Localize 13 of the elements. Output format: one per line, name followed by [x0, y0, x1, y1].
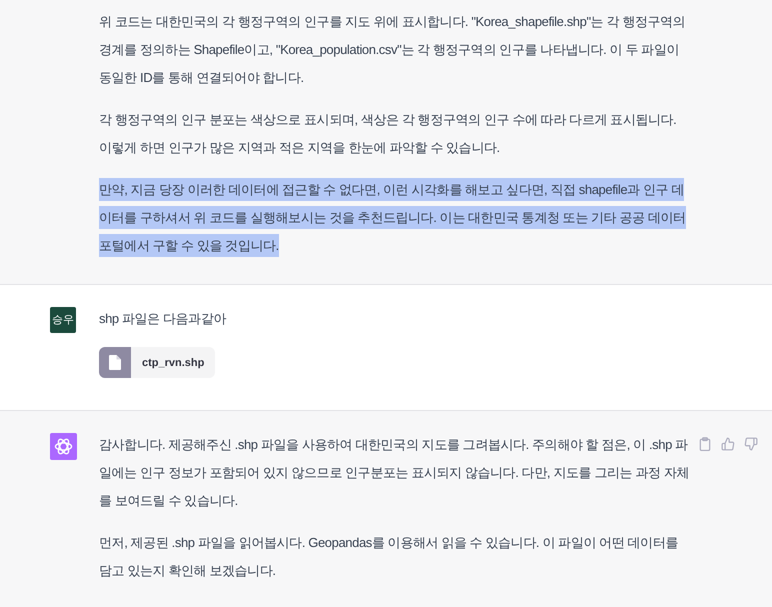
paragraph: 각 행정구역의 인구 분포는 색상으로 표시되며, 색상은 각 행정구역의 인구 수에 따라 다르게 표시됩니다. 이렇게 하면 인구가 많은 지역과 적은 지역을 한눈에 파악할 수 있습니다. — [99, 111, 678, 157]
paragraph: 만약, 지금 당장 이러한 데이터에 접근할 수 없다면, 이런 시각화를 해보고 싶다면, 직접 shapefile과 인구 데이터를 구하셔서 위 코드를 실행해보시는 것을 추천드립니다. 이는 대한민국 통계청 또는 기타 공공 데이터 포털에서 구할 수 있을 것입니다. — [99, 176, 689, 260]
file-icon — [99, 347, 131, 378]
message-text: shp 파일은 다음과같아 — [99, 310, 228, 328]
paragraph: 감사합니다. 제공해주신 .shp 파일을 사용하여 대한민국의 지도를 그려봅시다. 주의해야 할 점은, 이 .shp 파일에는 인구 정보가 포함되어 있지 않으므로 인구분포는 표시되지 않습니다. 다만, 지도를 그리는 과정 자체를 보여드릴 수 있습니다. — [99, 436, 689, 510]
clipboard-icon[interactable] — [698, 437, 712, 451]
thumbs-up-icon[interactable] — [721, 437, 735, 451]
paragraph: 먼저, 제공된 .shp 파일을 읽어봅시다. Geopandas를 이용해서 읽을 수 있습니다. 이 파일이 어떤 데이터를 담고 있는지 확인해 보겠습니다. — [99, 534, 679, 580]
atom-icon — [50, 433, 77, 460]
thumbs-down-icon[interactable] — [744, 437, 758, 451]
paragraph: 위 코드는 대한민국의 각 행정구역의 인구를 지도 위에 표시합니다. "Korea_shapefile.shp"는 각 행정구역의 경계를 정의하는 Shapefile이고, "Korea_population.csv"는 각 행정구역의 인구를 나타냅니다. 이 두 파일이 동일한 ID를 통해 연결되어야 합니다. — [99, 13, 686, 87]
user-avatar: 승우 — [50, 307, 76, 333]
file-attachment[interactable]: ctp_rvn.shp — [99, 347, 216, 378]
